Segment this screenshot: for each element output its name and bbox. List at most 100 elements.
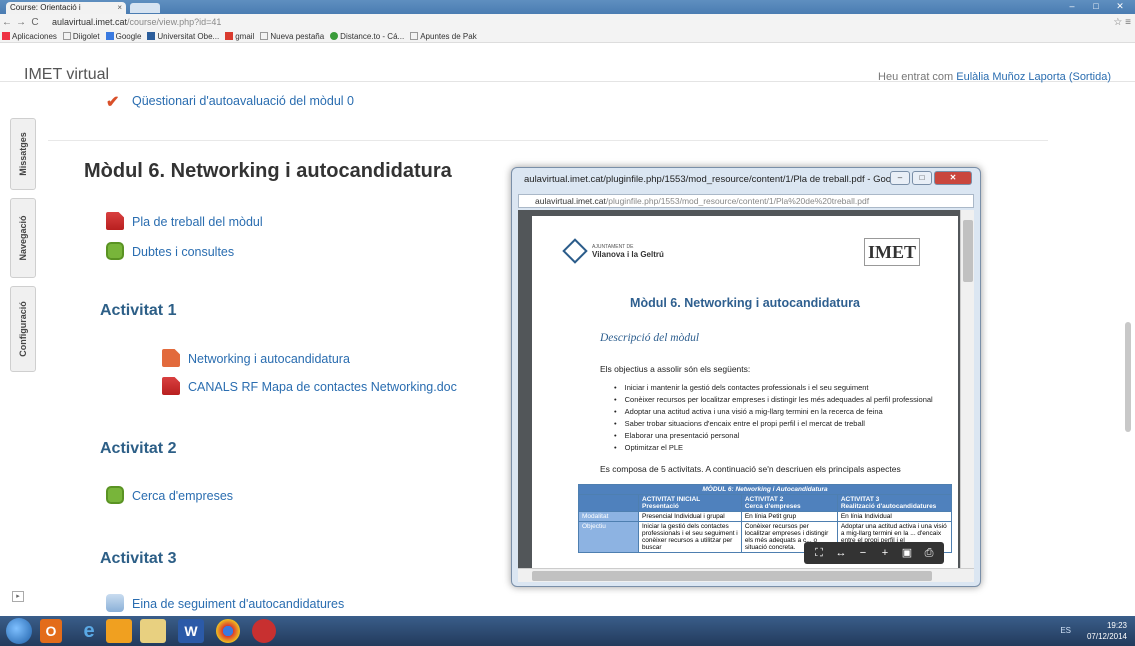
- tab-close-icon[interactable]: ×: [117, 2, 122, 14]
- outlook-icon[interactable]: O: [40, 619, 62, 643]
- imet-logo: IMET: [864, 238, 920, 266]
- page-scrollbar[interactable]: [1125, 322, 1131, 432]
- fit-width-icon[interactable]: ↔: [833, 545, 849, 561]
- print-icon[interactable]: ⎙: [921, 545, 937, 561]
- pdf-page: AJUNTAMENT DE Vilanova i la Geltrú IMET M…: [532, 216, 958, 576]
- pdf-horizontal-scrollbar[interactable]: [518, 568, 974, 582]
- zoom-out-icon[interactable]: −: [855, 545, 871, 561]
- objective-item: Adoptar una actitud activa i una visió a…: [614, 406, 933, 418]
- doc-composition: Es composa de 5 activitats. A continuaci…: [600, 464, 901, 474]
- bookmark-item[interactable]: gmail: [225, 31, 254, 41]
- tool-icon: [106, 594, 124, 612]
- reload-icon[interactable]: C: [28, 17, 42, 28]
- vilanova-logo-icon: [562, 238, 588, 264]
- dock-configuration[interactable]: Configuració: [10, 286, 36, 372]
- browser-titlebar: Course: Orientació i × – □ ✕: [0, 0, 1135, 14]
- activity-2-title: Activitat 2: [100, 440, 177, 457]
- browser-tab[interactable]: Course: Orientació i ×: [6, 2, 126, 14]
- window-controls: – □ ✕: [1061, 0, 1131, 14]
- site-brand[interactable]: IMET virtual: [24, 66, 109, 84]
- back-icon[interactable]: ←: [0, 17, 14, 28]
- google-icon: [105, 31, 114, 40]
- uoc-icon: [147, 31, 156, 40]
- pdf-icon: [162, 377, 180, 395]
- bookmark-item[interactable]: Google: [105, 31, 141, 41]
- objective-item: Elaborar una presentació personal: [614, 430, 933, 442]
- tab-title: Course: Orientació i: [10, 3, 81, 12]
- module-title: Mòdul 6. Networking i autocandidatura: [84, 160, 452, 182]
- bookmark-item[interactable]: Universitat Obe...: [147, 31, 219, 41]
- address-bar[interactable]: aulavirtual.imet.cat/course/view.php?id=…: [48, 16, 1095, 29]
- table-header: MÒDUL 6: Networking i Autocandidatura: [578, 484, 952, 495]
- pdf-viewer: AJUNTAMENT DE Vilanova i la Geltrú IMET M…: [518, 210, 974, 582]
- save-icon[interactable]: ▣: [899, 545, 915, 561]
- logout-link[interactable]: (Sortida): [1069, 71, 1111, 83]
- start-button[interactable]: [6, 618, 32, 644]
- new-tab-button[interactable]: [130, 3, 160, 13]
- system-clock[interactable]: 19:23 07/12/2014: [1087, 620, 1127, 642]
- popup-maximize-button[interactable]: □: [912, 171, 932, 185]
- dock-navigation[interactable]: Navegació: [10, 198, 36, 278]
- bookmark-item[interactable]: Diigolet: [62, 31, 100, 41]
- page-icon: [260, 31, 269, 40]
- popup-close-button[interactable]: ✕: [934, 171, 972, 185]
- chrome-icon[interactable]: [216, 619, 240, 643]
- activity-3-title: Activitat 3: [100, 550, 177, 567]
- popup-minimize-button[interactable]: –: [890, 171, 910, 185]
- distance-icon: [330, 31, 339, 40]
- pdf-popup-window: aulavirtual.imet.cat/pluginfile.php/1553…: [511, 167, 981, 587]
- page-icon: [62, 31, 71, 40]
- objective-item: Optimitzar el PLE: [614, 442, 933, 454]
- pdf-link-canals[interactable]: CANALS RF Mapa de contactes Networking.d…: [162, 377, 457, 395]
- forum-icon: [106, 242, 124, 260]
- quiz-link[interactable]: ✔ Qüestionari d'autoavaluació del mòdul 0: [106, 92, 354, 111]
- ppt-link-networking[interactable]: Networking i autocandidatura: [162, 349, 350, 367]
- close-button[interactable]: ✕: [1109, 0, 1131, 12]
- user-name-link[interactable]: Eulàlia Muñoz Laporta: [956, 71, 1065, 83]
- doc-objectives: Iniciar i mantenir la gestió dels contac…: [614, 382, 933, 454]
- objective-item: Conèixer recursos per localitzar emprese…: [614, 394, 933, 406]
- fit-page-icon[interactable]: ⛶: [811, 545, 827, 561]
- forum-link-dubtes[interactable]: Dubtes i consultes: [106, 242, 234, 260]
- language-indicator[interactable]: ES: [1060, 626, 1071, 635]
- star-icon[interactable]: ☆ ≡: [1095, 17, 1135, 28]
- minimize-button[interactable]: –: [1061, 0, 1083, 12]
- pdf-vertical-scrollbar[interactable]: [960, 210, 974, 568]
- url-path: /course/view.php?id=41: [127, 16, 222, 27]
- pdf-toolbar: ⛶ ↔ − + ▣ ⎙: [804, 542, 944, 564]
- popup-address-bar[interactable]: aulavirtual.imet.cat/pluginfile.php/1553…: [518, 194, 974, 208]
- objective-item: Saber trobar situacions d'encaix entre e…: [614, 418, 933, 430]
- bookmark-item[interactable]: Aplicaciones: [2, 31, 57, 41]
- side-dock: Missatges Navegació Configuració: [10, 118, 36, 380]
- word-icon[interactable]: W: [178, 619, 204, 643]
- firefox-icon[interactable]: [106, 619, 132, 643]
- table-col: ACTIVITAT 2 Cerca d'empreses: [740, 494, 838, 512]
- maximize-button[interactable]: □: [1085, 0, 1107, 12]
- explorer-folder-icon[interactable]: [140, 619, 166, 643]
- zoom-in-icon[interactable]: +: [877, 545, 893, 561]
- popup-title: aulavirtual.imet.cat/pluginfile.php/1553…: [524, 174, 904, 185]
- page-icon: [410, 31, 419, 40]
- gmail-icon: [225, 31, 234, 40]
- login-info: Heu entrat com Eulàlia Muñoz Laporta (So…: [878, 71, 1111, 83]
- dock-messages[interactable]: Missatges: [10, 118, 36, 190]
- forward-icon[interactable]: →: [14, 17, 28, 28]
- internet-explorer-icon[interactable]: e: [72, 619, 106, 643]
- vilanova-logo: AJUNTAMENT DE Vilanova i la Geltrú: [562, 238, 664, 264]
- table-col: ACTIVITAT 3 Realització d'autocandidature…: [836, 494, 953, 512]
- tool-link-seguiment[interactable]: Eina de seguiment d'autocandidatures: [106, 594, 344, 612]
- bookmark-item[interactable]: Nueva pestaña: [260, 31, 324, 41]
- apps-icon: [2, 31, 10, 40]
- doc-subtitle: Descripció del mòdul: [600, 332, 700, 344]
- bookmark-item[interactable]: Apuntes de Pak: [410, 31, 477, 41]
- table-col: ACTIVITAT INICIAL Presentació: [638, 494, 742, 512]
- forum-link-cerca[interactable]: Cerca d'empreses: [106, 486, 233, 504]
- pdf-link-pla-treball[interactable]: Pla de treball del mòdul: [106, 212, 263, 230]
- ppt-icon: [162, 349, 180, 367]
- pdf-icon: [106, 212, 124, 230]
- app-icon[interactable]: [252, 619, 276, 643]
- dock-toggle-icon[interactable]: ▸: [12, 591, 24, 602]
- section-divider: [48, 140, 1048, 141]
- bookmark-item[interactable]: Distance.to - Cá...: [330, 31, 404, 41]
- browser-toolbar: ← → C aulavirtual.imet.cat/course/view.p…: [0, 14, 1135, 30]
